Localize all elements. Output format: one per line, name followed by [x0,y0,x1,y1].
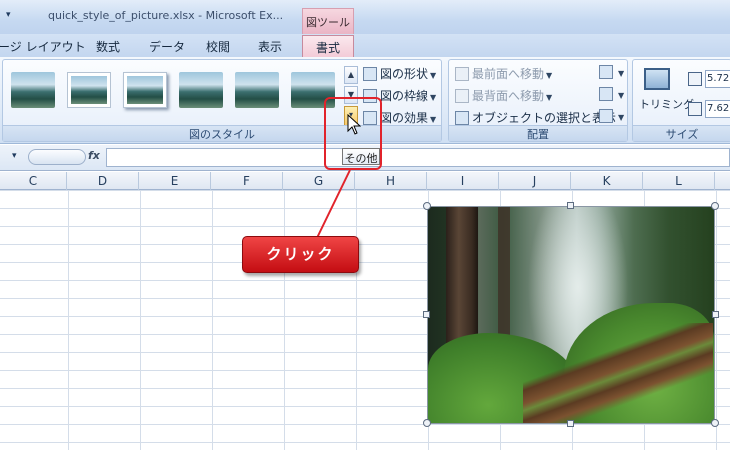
name-box[interactable] [28,149,86,165]
arrange-group-label: 配置 [449,125,627,141]
tree-trunk [498,207,510,347]
chevron-down-icon: ▼ [618,113,625,122]
column-headers: C D E F G H I J K L [0,172,730,190]
send-backward-label: 最背面へ移動 [472,89,545,103]
send-backward-button[interactable]: 最背面へ移動 ▼ [455,87,552,105]
chevron-down-icon: ▼ [618,69,625,78]
mouse-cursor-icon [347,114,361,135]
ribbon-tabs: ージ レイアウト 数式 データ 校閲 表示 書式 [0,34,730,57]
picture-style-thumb[interactable] [179,72,223,108]
picture-effects-label: 図の効果 [380,111,429,125]
picture-shape-label: 図の形状 [380,67,429,81]
resize-handle[interactable] [423,419,431,427]
chevron-down-icon: ▼ [546,93,553,102]
bring-forward-button[interactable]: 最前面へ移動 ▼ [455,65,552,83]
forest-picture[interactable] [427,206,715,424]
style-preview-image [235,72,279,108]
picture-border-label: 図の枠線 [380,89,429,103]
arrange-group: 最前面へ移動 ▼ 最背面へ移動 ▼ オブジェクトの選択と表示 ▼ ▼ ▼ 配置 [448,59,628,142]
style-preview-image [11,72,55,108]
picture-style-thumb[interactable] [235,72,279,108]
crop-icon[interactable] [644,68,670,90]
chevron-down-icon: ▼ [546,71,553,80]
formula-input[interactable] [106,148,730,167]
title-bar: ▾ quick_style_of_picture.xlsx - Microsof… [0,0,730,34]
quick-access-dropdown[interactable]: ▾ [6,10,11,20]
tab-data[interactable]: データ [149,38,185,55]
resize-handle[interactable] [423,311,430,318]
picture-style-thumb[interactable] [123,72,167,108]
picture-style-thumb[interactable] [11,72,55,108]
size-group-label: サイズ [633,125,730,141]
resize-handle[interactable] [423,202,431,210]
group-icon [599,87,613,101]
bring-forward-label: 最前面へ移動 [472,67,545,81]
window-title: quick_style_of_picture.xlsx - Microsoft … [48,9,284,22]
chevron-down-icon: ▼ [430,71,437,80]
picture-style-thumb[interactable] [67,72,111,108]
column-header[interactable]: D [67,172,139,190]
shape-icon [363,67,377,81]
resize-handle[interactable] [711,202,719,210]
tab-formulas[interactable]: 数式 [96,38,120,55]
resize-handle[interactable] [711,419,719,427]
align-icon [599,65,613,79]
size-group: トリミング 5.72 7.62 サイズ [632,59,730,142]
width-field[interactable]: 7.62 [705,100,730,118]
column-header[interactable]: H [355,172,427,190]
column-header[interactable]: L [643,172,715,190]
style-preview-image [179,72,223,108]
selection-pane-label: オブジェクトの選択と表示 [472,111,617,125]
column-header[interactable]: F [211,172,283,190]
resize-handle[interactable] [712,311,719,318]
column-header[interactable]: E [139,172,211,190]
chevron-down-icon: ▼ [430,115,437,124]
resize-handle[interactable] [567,420,574,427]
chevron-down-icon: ▼ [618,91,625,100]
column-header[interactable]: J [499,172,571,190]
name-box-dropdown[interactable]: ▾ [12,151,17,161]
click-callout: クリック [242,236,359,273]
gallery-scroll-up-button[interactable]: ▲ [344,66,358,84]
crop-button-label[interactable]: トリミング [639,96,694,112]
picture-shape-button[interactable]: 図の形状 ▼ [363,65,436,83]
column-header[interactable]: G [283,172,355,190]
dirt-path [523,323,713,423]
width-icon [688,102,702,116]
bring-forward-icon [455,67,469,81]
align-button[interactable]: ▼ [599,65,624,83]
column-header[interactable]: C [0,172,67,190]
rotate-icon [599,109,613,123]
tab-format[interactable]: 書式 [302,35,354,57]
style-preview-image [71,76,107,104]
send-backward-icon [455,89,469,103]
column-header[interactable]: K [571,172,643,190]
insert-function-button[interactable]: fx [88,149,100,162]
height-icon [688,72,702,86]
style-preview-image [127,76,163,104]
tab-view[interactable]: 表示 [258,38,282,55]
column-header[interactable]: I [427,172,499,190]
chevron-down-icon: ▼ [430,93,437,102]
selection-pane-icon [455,111,469,125]
group-button[interactable]: ▼ [599,87,624,105]
height-field[interactable]: 5.72 [705,70,730,88]
tab-review[interactable]: 校閲 [206,38,230,55]
resize-handle[interactable] [567,202,574,209]
tab-page-layout[interactable]: ージ レイアウト [0,38,86,55]
picture-tools-context-label: 図ツール [302,8,354,34]
